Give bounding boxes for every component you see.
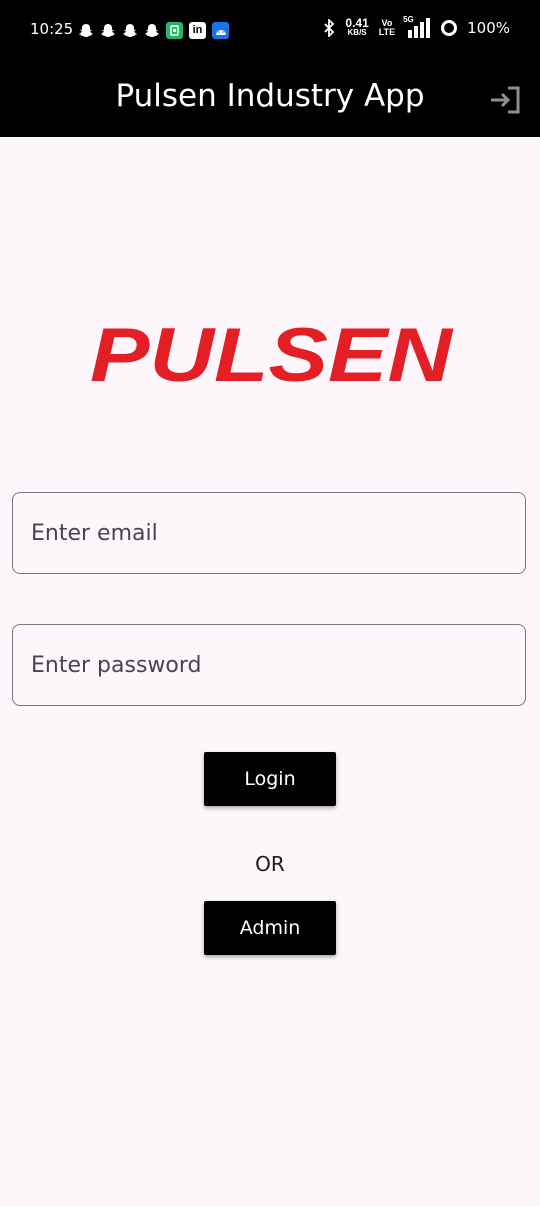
app-title: Pulsen Industry App bbox=[115, 78, 425, 114]
signal-icon: 5G bbox=[403, 15, 431, 38]
password-field[interactable] bbox=[12, 624, 526, 706]
android-icon bbox=[212, 22, 229, 39]
snapchat-icon bbox=[78, 23, 94, 37]
status-time: 10:25 bbox=[30, 20, 74, 38]
battery-icon bbox=[441, 20, 458, 36]
system-status: 0.41 KB/S Vo LTE 5G 100% bbox=[323, 15, 510, 38]
or-separator: OR bbox=[255, 852, 285, 876]
volte-indicator: Vo LTE bbox=[379, 19, 395, 37]
pulsen-logo: PULSEN bbox=[90, 318, 454, 388]
app-bar: Pulsen Industry App bbox=[0, 60, 540, 137]
email-field[interactable] bbox=[12, 492, 526, 574]
network-speed-unit: KB/S bbox=[347, 28, 367, 37]
bluetooth-icon bbox=[324, 19, 335, 37]
network-speed-value: 0.41 bbox=[345, 16, 369, 30]
email-input[interactable] bbox=[13, 493, 525, 573]
status-bar: 10:25 in 0.41 KB/S Vo LTE 5G 100% bbox=[0, 0, 540, 60]
logout-button[interactable] bbox=[485, 80, 525, 120]
snapchat-icon bbox=[144, 23, 160, 37]
app-icon bbox=[166, 22, 183, 39]
battery-level: 100% bbox=[467, 19, 510, 37]
snapchat-icon bbox=[100, 23, 116, 37]
notification-icons: in bbox=[78, 22, 229, 39]
network-speed: 0.41 KB/S bbox=[345, 16, 369, 38]
volte-bottom: LTE bbox=[378, 27, 396, 37]
login-button[interactable]: Login bbox=[204, 752, 336, 806]
admin-button[interactable]: Admin bbox=[204, 901, 336, 955]
logo-text: PULSEN bbox=[90, 318, 454, 388]
linkedin-icon: in bbox=[189, 22, 206, 39]
password-input[interactable] bbox=[13, 625, 525, 705]
logout-icon bbox=[491, 86, 520, 114]
snapchat-icon bbox=[122, 23, 138, 37]
